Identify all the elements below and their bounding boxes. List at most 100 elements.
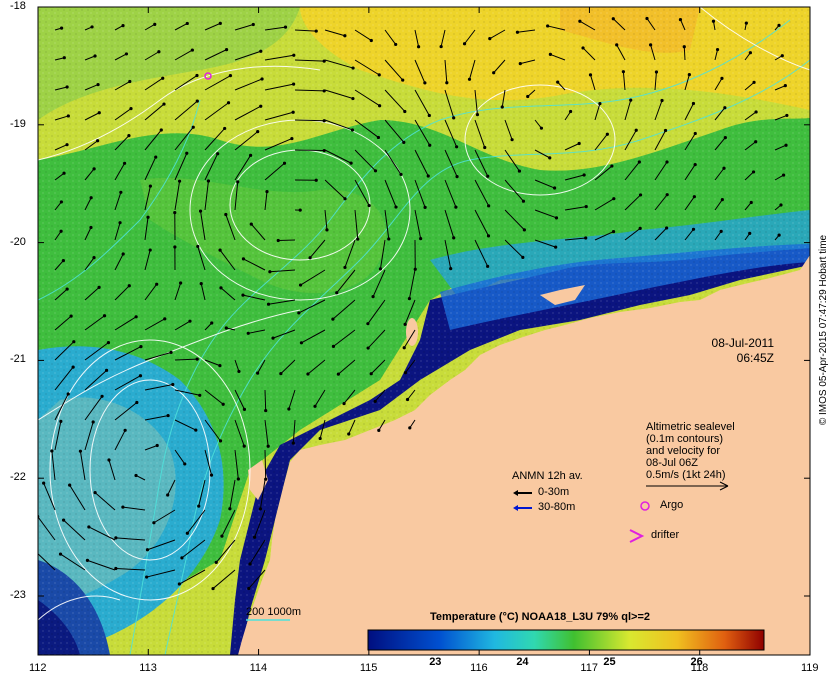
velocity-arrow-head [598,101,602,106]
velocity-arrow-head [152,521,156,525]
velocity-arrow-head [138,374,143,378]
velocity-arrow-head [92,256,96,260]
velocity-arrow-head [224,48,229,52]
velocity-arrow-head [584,204,588,209]
bathy-label: 200 1000m [246,606,302,618]
velocity-arrow-head [226,101,231,105]
velocity-arrow-head [455,145,459,149]
velocity-arrow-head [387,237,391,241]
velocity-arrow-head [206,179,211,183]
velocity-arrow-head [454,205,458,209]
velocity-arrow-head [199,282,203,286]
velocity-arrow-head [62,56,66,60]
velocity-arrow-head [72,340,76,344]
velocity-arrow-head [177,582,181,586]
velocity-arrow-head [256,130,260,134]
velocity-arrow-head [134,315,138,319]
time-label: 06:45Z [736,351,774,365]
velocity-arrow-head [127,134,131,138]
velocity-arrow-head [66,114,70,118]
velocity-arrow-head [660,98,664,103]
colorbar-title: Temperature (°C) NOAA18_L3U 79% ql>=2 [430,611,650,623]
velocity-arrow-head [102,314,107,318]
lat-tick-label: -20 [10,235,26,248]
velocity-arrow-head [318,436,322,441]
velocity-arrow-head [781,173,786,177]
velocity-arrow-head [554,216,559,220]
velocity-arrow-head [107,458,111,462]
velocity-arrow-head [61,518,66,522]
velocity-arrow-head [228,507,232,511]
velocity-arrow-head [687,73,691,77]
velocity-arrow-head [224,326,228,330]
velocity-arrow-head [356,237,360,241]
lon-tick-label: 116 [470,662,488,674]
velocity-arrow-head [237,369,241,374]
velocity-arrow-head [163,317,167,321]
velocity-arrow-head [218,21,222,25]
velocity-arrow-head [180,556,184,560]
velocity-arrow-head [104,368,109,372]
note-line: and velocity for [646,445,720,457]
velocity-arrow-head [522,228,526,232]
velocity-arrow-head [298,208,302,212]
velocity-arrow-head [394,42,398,47]
colorbar-tick-label: 23 [429,656,442,668]
velocity-arrow-head [578,19,582,23]
velocity-arrow-head [693,162,697,167]
velocity-arrow-head [173,245,177,249]
velocity-arrow-head [97,285,101,289]
velocity-arrow-head [351,66,355,70]
velocity-arrow-head [588,73,593,77]
velocity-arrow-head [292,53,296,57]
velocity-arrow-head [416,45,421,49]
velocity-arrow-head [452,116,456,120]
velocity-arrow-head [298,283,303,287]
velocity-arrow-head [195,73,199,78]
velocity-arrow-head [350,128,355,132]
velocity-arrow-head [663,128,668,133]
velocity-arrow-head [241,257,246,261]
velocity-arrow-head [251,22,255,27]
velocity-arrow-head [228,74,233,78]
depth-deep-label: 30-80m [538,501,576,513]
velocity-arrow-head [216,152,220,156]
velocity-arrow-head [266,444,270,448]
velocity-arrow-head [179,281,183,285]
velocity-arrow-head [114,566,118,571]
velocity-arrow-head [399,172,403,177]
velocity-arrow-head [584,236,588,240]
velocity-arrow-head [751,170,756,174]
velocity-arrow-head [780,54,784,58]
velocity-arrow-head [123,161,127,165]
velocity-arrow-head [553,186,557,190]
velocity-arrow-head [401,78,405,82]
velocity-arrow-head [351,96,355,101]
velocity-arrow-head [377,73,381,77]
velocity-arrow-head [154,155,158,159]
velocity-arrow-head [615,43,619,47]
velocity-arrow-head [282,161,287,165]
velocity-arrow-head [367,203,371,208]
velocity-arrow-head [220,534,224,538]
velocity-arrow-head [223,126,227,131]
velocity-arrow-head [715,47,720,52]
datetime-block: 08-Jul-2011 06:45Z [664,336,774,366]
velocity-arrow [264,389,267,411]
lat-tick-label: -22 [10,471,26,484]
velocity-arrow-head [89,225,93,230]
velocity-arrow-head [121,505,125,509]
velocity-arrow-head [749,200,753,205]
velocity-arrow-head [65,143,69,147]
velocity-arrow-head [452,236,456,240]
velocity-arrow-head [236,477,240,481]
velocity-arrow-head [500,105,504,109]
velocity-arrow-head [145,548,150,552]
velocity-arrow-head [148,184,152,188]
velocity-arrow-head [291,441,295,445]
velocity-arrow-head [209,473,214,477]
colorbar-tick-label: 26 [690,656,703,668]
velocity-arrow-head [691,101,696,106]
velocity-arrow-head [292,82,296,86]
velocity-arrow-head [427,113,431,118]
